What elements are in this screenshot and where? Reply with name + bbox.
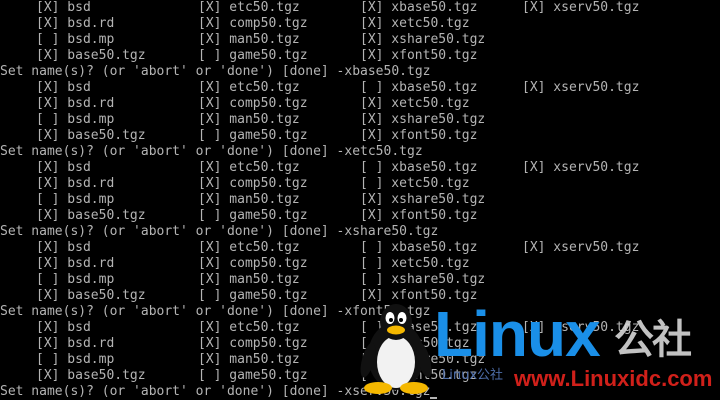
install-set-entry: [X] xshare50.tgz [360,32,486,47]
install-set-entry: [X] bsd.rd [36,16,115,31]
install-set-entry: [X] comp50.tgz [198,336,308,351]
set-list-row: [X] bsd.rd [X] comp50.tgz [ ] xetc50.tgz [0,176,720,192]
set-name-prompt: Set name(s)? (or 'abort' or 'done') [don… [0,64,337,79]
set-name-prompt: Set name(s)? (or 'abort' or 'done') [don… [0,144,337,159]
install-set-entry: [X] base50.tgz [36,368,146,383]
install-set-entry: [X] xshare50.tgz [360,112,486,127]
install-set-entry: [X] xserv50.tgz [522,0,640,15]
set-name-prompt: Set name(s)? (or 'abort' or 'done') [don… [0,304,337,319]
install-set-entry: [ ] game50.tgz [198,208,308,223]
set-list-row: [ ] bsd.mp [X] man50.tgz [ ] xshare50.tgz [0,272,720,288]
install-set-entry: [ ] xbase50.tgz [360,80,478,95]
set-list-row: [X] bsd.rd [X] comp50.tgz [X] xetc50.tgz [0,16,720,32]
tux-penguin-logo [360,304,432,394]
install-set-entry: [X] bsd [36,0,91,15]
set-name-prompt: Set name(s)? (or 'abort' or 'done') [don… [0,384,337,399]
install-set-entry: [ ] bsd.mp [36,352,115,367]
linuxidc-watermark: Linux 公社 Linux公社 www.Linuxidc.com [356,300,720,400]
install-set-entry: [X] xbase50.tgz [360,0,478,15]
install-set-entry: [X] comp50.tgz [198,256,308,271]
install-set-entry: [X] xetc50.tgz [360,96,470,111]
set-list-row: [X] bsd [X] etc50.tgz [ ] xbase50.tgz [X] x… [0,240,720,256]
set-name-prompt: Set name(s)? (or 'abort' or 'done') [don… [0,224,337,239]
install-set-entry: [ ] bsd.mp [36,272,115,287]
install-set-entry: [X] bsd.rd [36,96,115,111]
install-set-entry: [X] xfont50.tgz [360,208,478,223]
install-set-entry: [X] etc50.tgz [198,0,300,15]
install-set-entry: [X] etc50.tgz [198,320,300,335]
install-set-entry: [ ] game50.tgz [198,288,308,303]
set-list-row: [X] bsd [X] etc50.tgz [ ] xbase50.tgz [X] x… [0,80,720,96]
install-set-entry: [X] bsd [36,320,91,335]
set-list-row: [X] bsd.rd [X] comp50.tgz [ ] xetc50.tgz [0,256,720,272]
set-list-row: [X] base50.tgz [ ] game50.tgz [X] xfont50.… [0,208,720,224]
install-set-entry: [X] man50.tgz [198,32,300,47]
install-set-entry: [ ] xetc50.tgz [360,176,470,191]
install-set-entry: [X] man50.tgz [198,352,300,367]
install-set-entry: [X] man50.tgz [198,272,300,287]
set-list-row: [ ] bsd.mp [X] man50.tgz [X] xshare50.tgz [0,32,720,48]
install-set-entry: [X] comp50.tgz [198,176,308,191]
watermark-brand-cn-text: 公社 [614,317,692,363]
set-list-row: [ ] bsd.mp [X] man50.tgz [X] xshare50.tgz [0,112,720,128]
install-set-entry: [ ] xbase50.tgz [360,240,478,255]
install-set-entry: [ ] bsd.mp [36,192,115,207]
install-set-entry: [X] etc50.tgz [198,240,300,255]
set-name-prompt-line[interactable]: Set name(s)? (or 'abort' or 'done') [don… [0,144,720,160]
install-set-entry: [X] xserv50.tgz [522,80,640,95]
install-set-entry: [X] bsd [36,80,91,95]
install-set-entry: [ ] game50.tgz [198,368,308,383]
install-set-entry: [X] bsd [36,240,91,255]
install-set-entry: [ ] xshare50.tgz [360,272,486,287]
install-set-entry: [ ] game50.tgz [198,128,308,143]
install-set-entry: [X] bsd.rd [36,256,115,271]
watermark-brand-text: Linux [434,298,601,370]
install-set-entry: [X] comp50.tgz [198,96,308,111]
install-set-entry: [ ] xetc50.tgz [360,256,470,271]
install-set-entry: [X] man50.tgz [198,112,300,127]
typed-answer[interactable]: -xbase50.tgz [337,64,431,79]
install-set-entry: [X] bsd.rd [36,176,115,191]
typed-answer[interactable]: -xshare50.tgz [337,224,439,239]
set-list-row: [X] bsd [X] etc50.tgz [X] xbase50.tgz [X] x… [0,0,720,16]
install-set-entry: [X] xshare50.tgz [360,192,486,207]
set-list-row: [ ] bsd.mp [X] man50.tgz [X] xshare50.tgz [0,192,720,208]
watermark-url-text: www.Linuxidc.com [514,366,713,391]
install-set-entry: [X] comp50.tgz [198,16,308,31]
set-name-prompt-line[interactable]: Set name(s)? (or 'abort' or 'done') [don… [0,64,720,80]
install-set-entry: [X] base50.tgz [36,48,146,63]
install-set-entry: [X] xetc50.tgz [360,16,470,31]
install-set-entry: [ ] bsd.mp [36,112,115,127]
install-set-entry: [X] base50.tgz [36,208,146,223]
set-name-prompt-line[interactable]: Set name(s)? (or 'abort' or 'done') [don… [0,224,720,240]
typed-answer[interactable]: -xetc50.tgz [337,144,423,159]
install-set-entry: [X] xfont50.tgz [360,48,478,63]
install-set-entry: [X] etc50.tgz [198,160,300,175]
install-set-entry: [X] bsd [36,160,91,175]
install-set-entry: [X] etc50.tgz [198,80,300,95]
install-set-entry: [ ] bsd.mp [36,32,115,47]
set-list-row: [X] bsd [X] etc50.tgz [ ] xbase50.tgz [X] x… [0,160,720,176]
install-set-entry: [X] base50.tgz [36,128,146,143]
install-set-entry: [X] bsd.rd [36,336,115,351]
install-set-entry: [X] man50.tgz [198,192,300,207]
install-set-entry: [ ] game50.tgz [198,48,308,63]
install-set-entry: [X] xserv50.tgz [522,240,640,255]
set-list-row: [X] base50.tgz [ ] game50.tgz [X] xfont50.… [0,128,720,144]
set-list-row: [X] bsd.rd [X] comp50.tgz [X] xetc50.tgz [0,96,720,112]
install-set-entry: [X] xserv50.tgz [522,160,640,175]
set-list-row: [X] base50.tgz [ ] game50.tgz [X] xfont50.… [0,48,720,64]
install-set-entry: [X] xfont50.tgz [360,128,478,143]
install-set-entry: [ ] xbase50.tgz [360,160,478,175]
install-set-entry: [X] base50.tgz [36,288,146,303]
watermark-sub-text: Linux公社 [442,368,504,383]
